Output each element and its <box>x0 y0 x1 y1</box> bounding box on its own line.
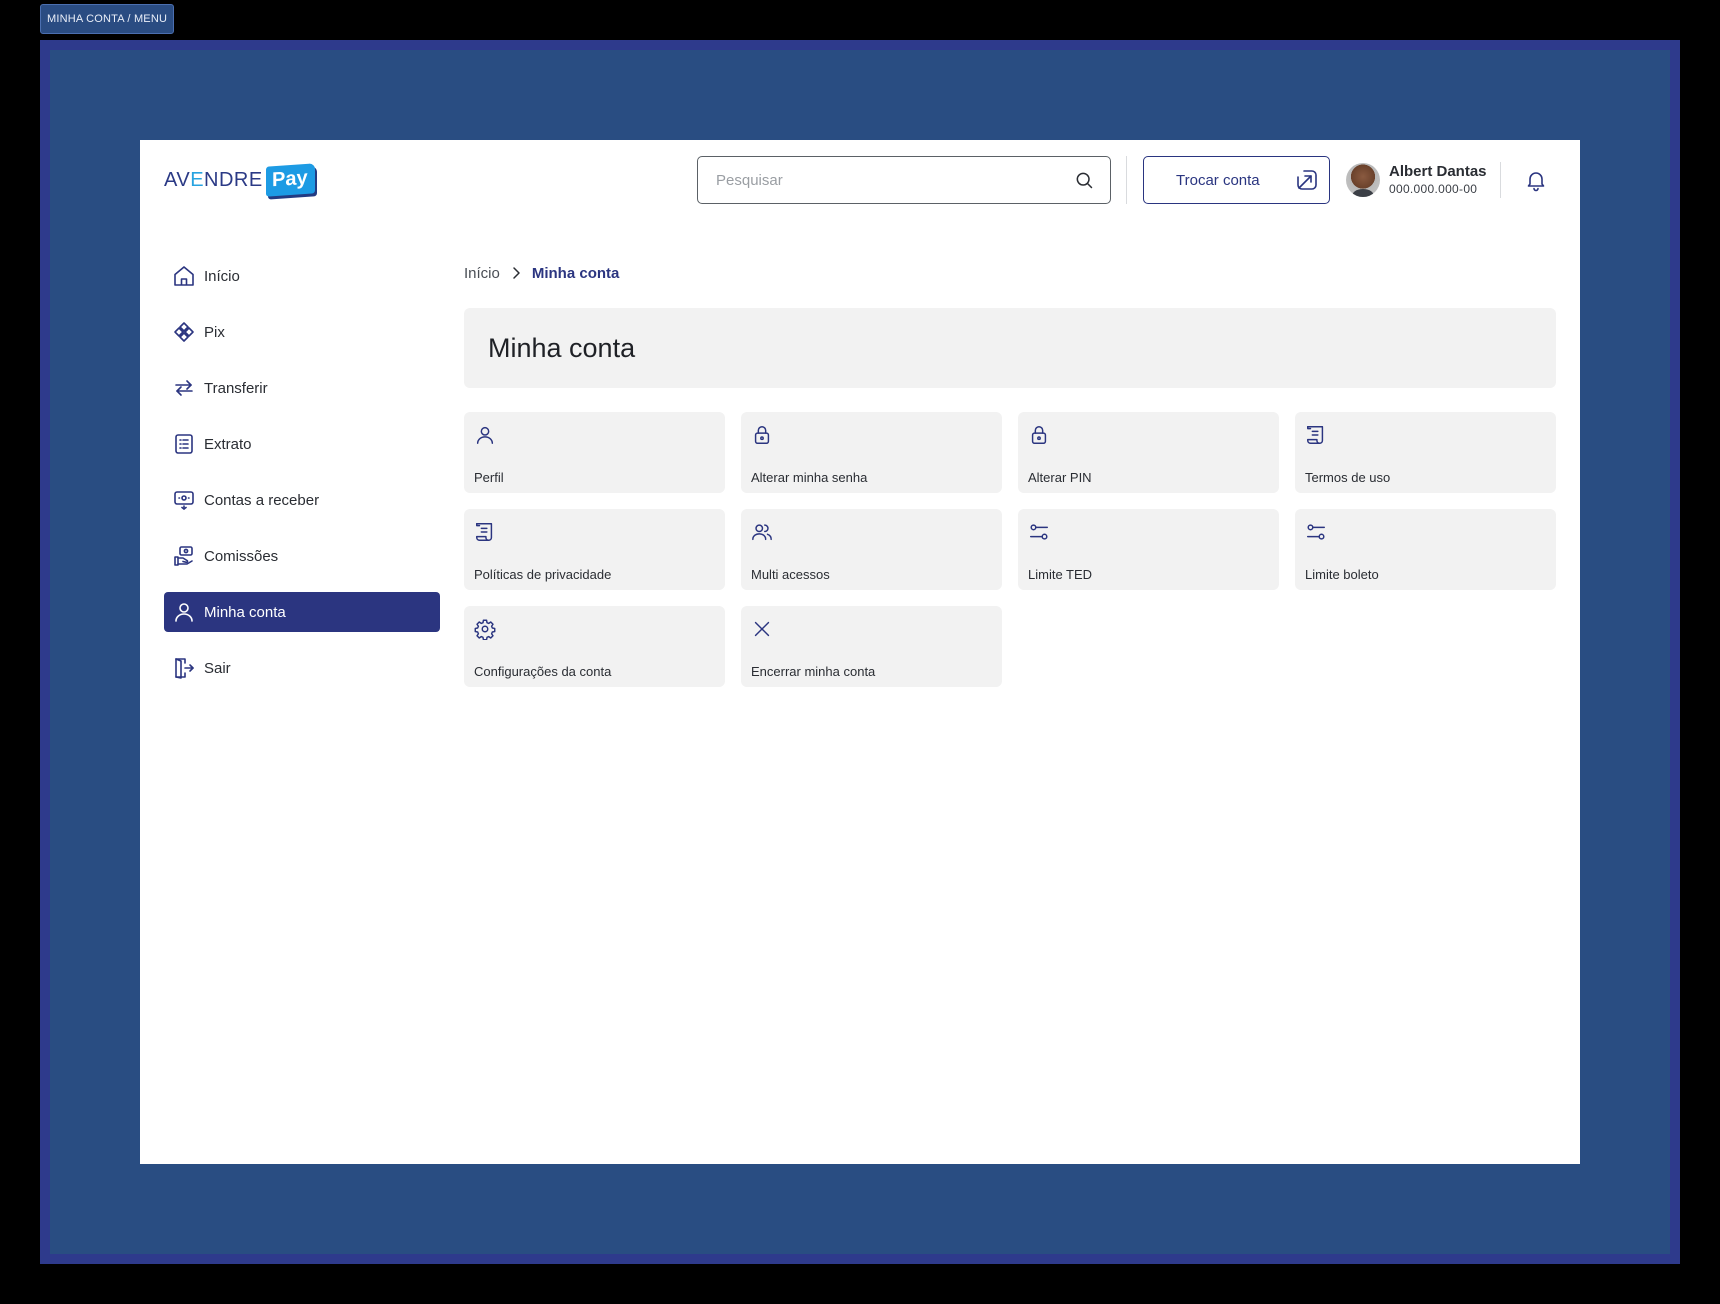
commission-icon <box>172 544 196 568</box>
search-input[interactable] <box>714 170 1074 190</box>
sidebar-item-sair[interactable]: Sair <box>164 648 440 688</box>
account-options-grid: Perfil Alterar minha senha Alterar PIN T… <box>464 412 1556 687</box>
breadcrumb: Início Minha conta <box>464 262 619 284</box>
logout-icon <box>172 656 196 680</box>
sliders-icon <box>1028 521 1050 543</box>
card-configuracoes-da-conta[interactable]: Configurações da conta <box>464 606 725 687</box>
receivables-icon <box>172 488 196 512</box>
transfer-icon <box>172 376 196 400</box>
card-alterar-senha[interactable]: Alterar minha senha <box>741 412 1002 493</box>
frame-label: MINHA CONTA / MENU <box>40 4 175 34</box>
card-label: Perfil <box>474 470 504 485</box>
search-box <box>697 156 1111 204</box>
card-label: Encerrar minha conta <box>751 664 876 679</box>
breadcrumb-current: Minha conta <box>531 264 620 282</box>
card-politicas-de-privacidade[interactable]: Políticas de privacidade <box>464 509 725 590</box>
search-icon[interactable] <box>1074 170 1094 190</box>
sidebar-item-minha-conta[interactable]: Minha conta <box>164 592 440 632</box>
sidebar-nav: Início Pix Transferir Extrato Contas a r… <box>164 256 440 704</box>
home-icon <box>172 264 196 288</box>
sidebar-item-contas-a-receber[interactable]: Contas a receber <box>164 480 440 520</box>
lock-icon <box>751 424 773 446</box>
statement-icon <box>172 432 196 456</box>
sidebar-item-pix[interactable]: Pix <box>164 312 440 352</box>
chevron-right-icon <box>508 265 524 281</box>
lock-icon <box>1028 424 1050 446</box>
user-name: Albert Dantas <box>1389 163 1487 180</box>
card-label: Alterar PIN <box>1028 470 1092 485</box>
sidebar-item-comissoes[interactable]: Comissões <box>164 536 440 576</box>
header-divider-2 <box>1500 162 1501 198</box>
header-divider <box>1126 156 1127 204</box>
users-icon <box>751 521 773 543</box>
card-label: Alterar minha senha <box>751 470 868 485</box>
close-icon <box>751 618 773 640</box>
breadcrumb-home-link[interactable]: Início <box>464 265 500 282</box>
bell-icon[interactable] <box>1524 168 1548 192</box>
page-title-panel: Minha conta <box>464 308 1556 388</box>
logo-pay-badge: Pay <box>265 163 315 197</box>
sliders-icon <box>1305 521 1327 543</box>
sidebar-item-label: Contas a receber <box>204 491 320 509</box>
card-limite-boleto[interactable]: Limite boleto <box>1295 509 1556 590</box>
sidebar-item-label: Sair <box>204 659 231 677</box>
card-termos-de-uso[interactable]: Termos de uso <box>1295 412 1556 493</box>
sidebar-item-extrato[interactable]: Extrato <box>164 424 440 464</box>
card-encerrar-minha-conta[interactable]: Encerrar minha conta <box>741 606 1002 687</box>
card-label: Termos de uso <box>1305 470 1391 485</box>
user-icon <box>172 600 196 624</box>
sidebar-item-inicio[interactable]: Início <box>164 256 440 296</box>
card-label: Políticas de privacidade <box>474 567 612 582</box>
sidebar-item-label: Comissões <box>204 547 279 565</box>
avatar <box>1346 163 1380 197</box>
card-perfil[interactable]: Perfil <box>464 412 725 493</box>
brand-logo[interactable]: AVENDRE Pay <box>164 162 315 198</box>
user-document: 000.000.000-00 <box>1389 182 1478 196</box>
card-multi-acessos[interactable]: Multi acessos <box>741 509 1002 590</box>
sidebar-item-transferir[interactable]: Transferir <box>164 368 440 408</box>
sidebar-item-label: Início <box>204 267 240 285</box>
arrow-up-right-icon <box>1295 168 1319 192</box>
user-icon <box>474 424 496 446</box>
card-alterar-pin[interactable]: Alterar PIN <box>1018 412 1279 493</box>
card-label: Configurações da conta <box>474 664 612 679</box>
sidebar-item-label: Minha conta <box>204 603 286 621</box>
sidebar-item-label: Extrato <box>204 435 252 453</box>
app-window: AVENDRE Pay Trocar conta Albert Dantas 0… <box>140 140 1580 1164</box>
page-title: Minha conta <box>488 332 636 363</box>
card-limite-ted[interactable]: Limite TED <box>1018 509 1279 590</box>
card-label: Multi acessos <box>751 567 830 582</box>
user-profile[interactable]: Albert Dantas 000.000.000-00 <box>1346 163 1487 197</box>
card-label: Limite TED <box>1028 567 1093 582</box>
scroll-icon <box>1305 424 1327 446</box>
sidebar-item-label: Transferir <box>204 379 268 397</box>
logo-wordmark: AVENDRE <box>164 168 263 191</box>
pix-icon <box>172 320 196 344</box>
card-label: Limite boleto <box>1305 567 1379 582</box>
switch-account-label: Trocar conta <box>1176 171 1260 189</box>
scroll-icon <box>474 521 496 543</box>
switch-account-button[interactable]: Trocar conta <box>1143 156 1330 204</box>
sidebar-item-label: Pix <box>204 323 225 341</box>
gear-icon <box>474 618 496 640</box>
